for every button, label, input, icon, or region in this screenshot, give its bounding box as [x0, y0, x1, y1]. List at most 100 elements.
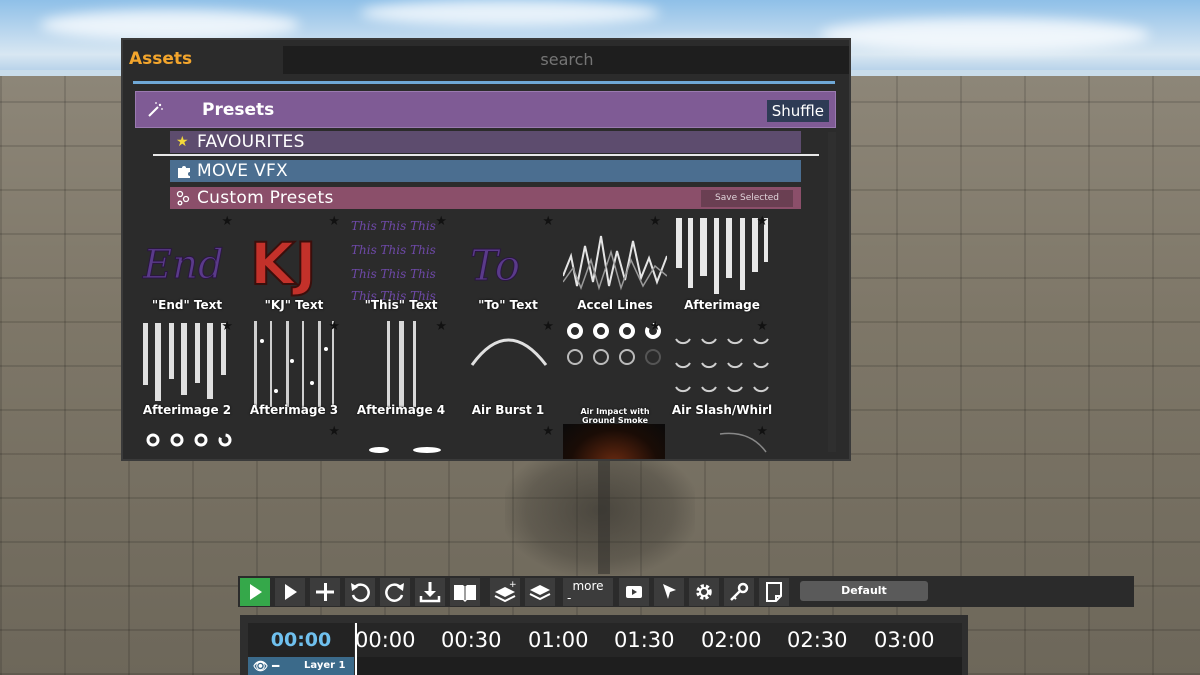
ruler-tick: 03:00 [874, 628, 935, 652]
preset-tile[interactable]: ★ [456, 424, 560, 459]
presets-header[interactable]: Presets Shuffle [135, 91, 836, 128]
favourite-star-icon[interactable]: ★ [221, 319, 233, 334]
favourite-star-icon[interactable]: ★ [542, 319, 554, 334]
key-button[interactable] [724, 578, 754, 606]
add-icon [316, 583, 334, 601]
book-icon [454, 585, 476, 602]
favourite-star-icon[interactable]: ★ [542, 214, 554, 229]
tile-caption: Afterimage [684, 298, 760, 312]
layers-icon [529, 585, 551, 601]
presets-label: Presets [202, 100, 275, 120]
favourite-star-icon[interactable]: ★ [542, 424, 554, 439]
favourite-star-icon[interactable]: ★ [328, 319, 340, 334]
favourite-star-icon[interactable]: ★ [756, 424, 768, 439]
category-label: Custom Presets [197, 188, 334, 208]
tile-caption: Air Slash/Whirl [671, 403, 773, 417]
tile-caption: "End" Text [151, 298, 223, 312]
puzzle-icon [176, 160, 194, 186]
category-move-vfx[interactable]: MOVE VFX [170, 160, 801, 182]
tile-caption: Air Impact with Ground Smoke [580, 407, 650, 425]
save-selected-button[interactable]: Save Selected [701, 190, 793, 207]
burst-thumbnail [146, 433, 232, 447]
fire-thumbnail [563, 424, 665, 459]
eye-icon[interactable]: 👁 [253, 657, 268, 675]
preset-tile[interactable] [349, 426, 453, 459]
preset-tile[interactable]: ★ Afterimage [670, 214, 774, 316]
preset-tile[interactable] [563, 424, 667, 459]
assets-title: Assets [129, 49, 193, 69]
step-play-icon [285, 584, 297, 600]
preset-tile[interactable]: End ★ "End" Text [135, 214, 239, 316]
tile-caption: Air Burst 1 [471, 403, 545, 417]
tile-caption: "To" Text [478, 298, 538, 312]
shuffle-button[interactable]: Shuffle [766, 100, 829, 122]
import-button[interactable] [415, 578, 445, 606]
tile-caption: Accel Lines [577, 298, 653, 312]
editor-toolbar: + more - Default [238, 576, 1134, 607]
preset-dropdown[interactable]: Default [800, 581, 928, 601]
add-layer-button[interactable]: + [490, 578, 520, 606]
preset-tile[interactable]: To ★ "To" Text [456, 214, 560, 316]
gear-icon [696, 584, 712, 600]
layer-track[interactable] [356, 657, 962, 675]
assets-scrollbar[interactable] [828, 132, 836, 452]
preset-tile[interactable]: ★ Afterimage 4 [349, 319, 453, 421]
key-icon [730, 582, 749, 601]
preview-button[interactable] [619, 578, 649, 606]
svg-text:This This This: This This This [351, 219, 436, 233]
preset-tile[interactable]: ★ [242, 424, 346, 459]
play-button[interactable] [240, 578, 270, 606]
favourite-star-icon[interactable]: ★ [435, 319, 447, 334]
minus-icon[interactable]: ━ [272, 657, 279, 675]
favourite-star-icon[interactable]: ★ [649, 214, 661, 229]
preset-tile[interactable]: KJ ★ "KJ" Text [242, 214, 346, 316]
tile-caption: Afterimage 3 [249, 403, 339, 417]
undo-icon [351, 583, 370, 602]
scene-pole [598, 452, 610, 574]
svg-text:This This This: This This This [351, 267, 436, 281]
playhead[interactable] [355, 623, 357, 675]
page-icon [766, 582, 782, 602]
preset-tile[interactable]: ★ Afterimage 2 [135, 319, 239, 421]
category-label: FAVOURITES [197, 132, 305, 152]
settings-button[interactable] [689, 578, 719, 606]
redo-button[interactable] [380, 578, 410, 606]
tile-caption: Afterimage 2 [142, 403, 232, 417]
favourite-star-icon[interactable]: ★ [221, 214, 233, 229]
layer-row[interactable]: 👁 ━ Layer 1 [248, 657, 354, 675]
layers-button[interactable] [525, 578, 555, 606]
ruler-tick: 00:00 [355, 628, 416, 652]
favourite-star-icon[interactable]: ★ [328, 214, 340, 229]
add-button[interactable] [310, 578, 340, 606]
page-button[interactable] [759, 578, 789, 606]
favourite-star-icon[interactable]: ★ [435, 214, 447, 229]
favourite-star-icon[interactable]: ★ [649, 319, 661, 334]
book-button[interactable] [450, 578, 480, 606]
favourite-star-icon[interactable]: ★ [756, 319, 768, 334]
undo-button[interactable] [345, 578, 375, 606]
preset-tile[interactable]: ★ Air Slash/Whirl [670, 319, 774, 421]
preset-tile[interactable]: ★ [670, 424, 774, 459]
svg-text:This This This: This This This [351, 243, 436, 257]
cursor-icon [663, 584, 676, 599]
ruler-tick: 02:00 [701, 628, 762, 652]
preset-tile[interactable]: ★ Air Burst 1 [456, 319, 560, 421]
select-cursor-button[interactable] [654, 578, 684, 606]
preset-tile[interactable] [135, 426, 239, 459]
preset-tile[interactable]: ★ Accel Lines [563, 214, 667, 316]
time-ruler[interactable]: 00:00 00:30 01:00 01:30 02:00 02:30 03:0… [355, 623, 962, 657]
more-button[interactable]: more - [563, 578, 613, 606]
preset-tile[interactable]: ★ Afterimage 3 [242, 319, 346, 421]
preset-tile[interactable]: This This This This This This This This T… [349, 214, 453, 316]
svg-text:End: End [142, 242, 224, 288]
flash-thumbnail [369, 447, 441, 453]
selection-line [153, 154, 819, 156]
favourite-star-icon[interactable]: ★ [328, 424, 340, 439]
category-custom-presets[interactable]: Custom Presets Save Selected [170, 187, 801, 209]
step-play-button[interactable] [275, 578, 305, 606]
preset-tile[interactable]: ★ Air Impact with Ground Smoke [563, 319, 667, 425]
category-favourites[interactable]: ★ FAVOURITES [170, 131, 801, 153]
favourite-star-icon[interactable]: ★ [756, 214, 768, 229]
search-input[interactable] [283, 46, 849, 74]
svg-text:KJ: KJ [250, 230, 317, 298]
